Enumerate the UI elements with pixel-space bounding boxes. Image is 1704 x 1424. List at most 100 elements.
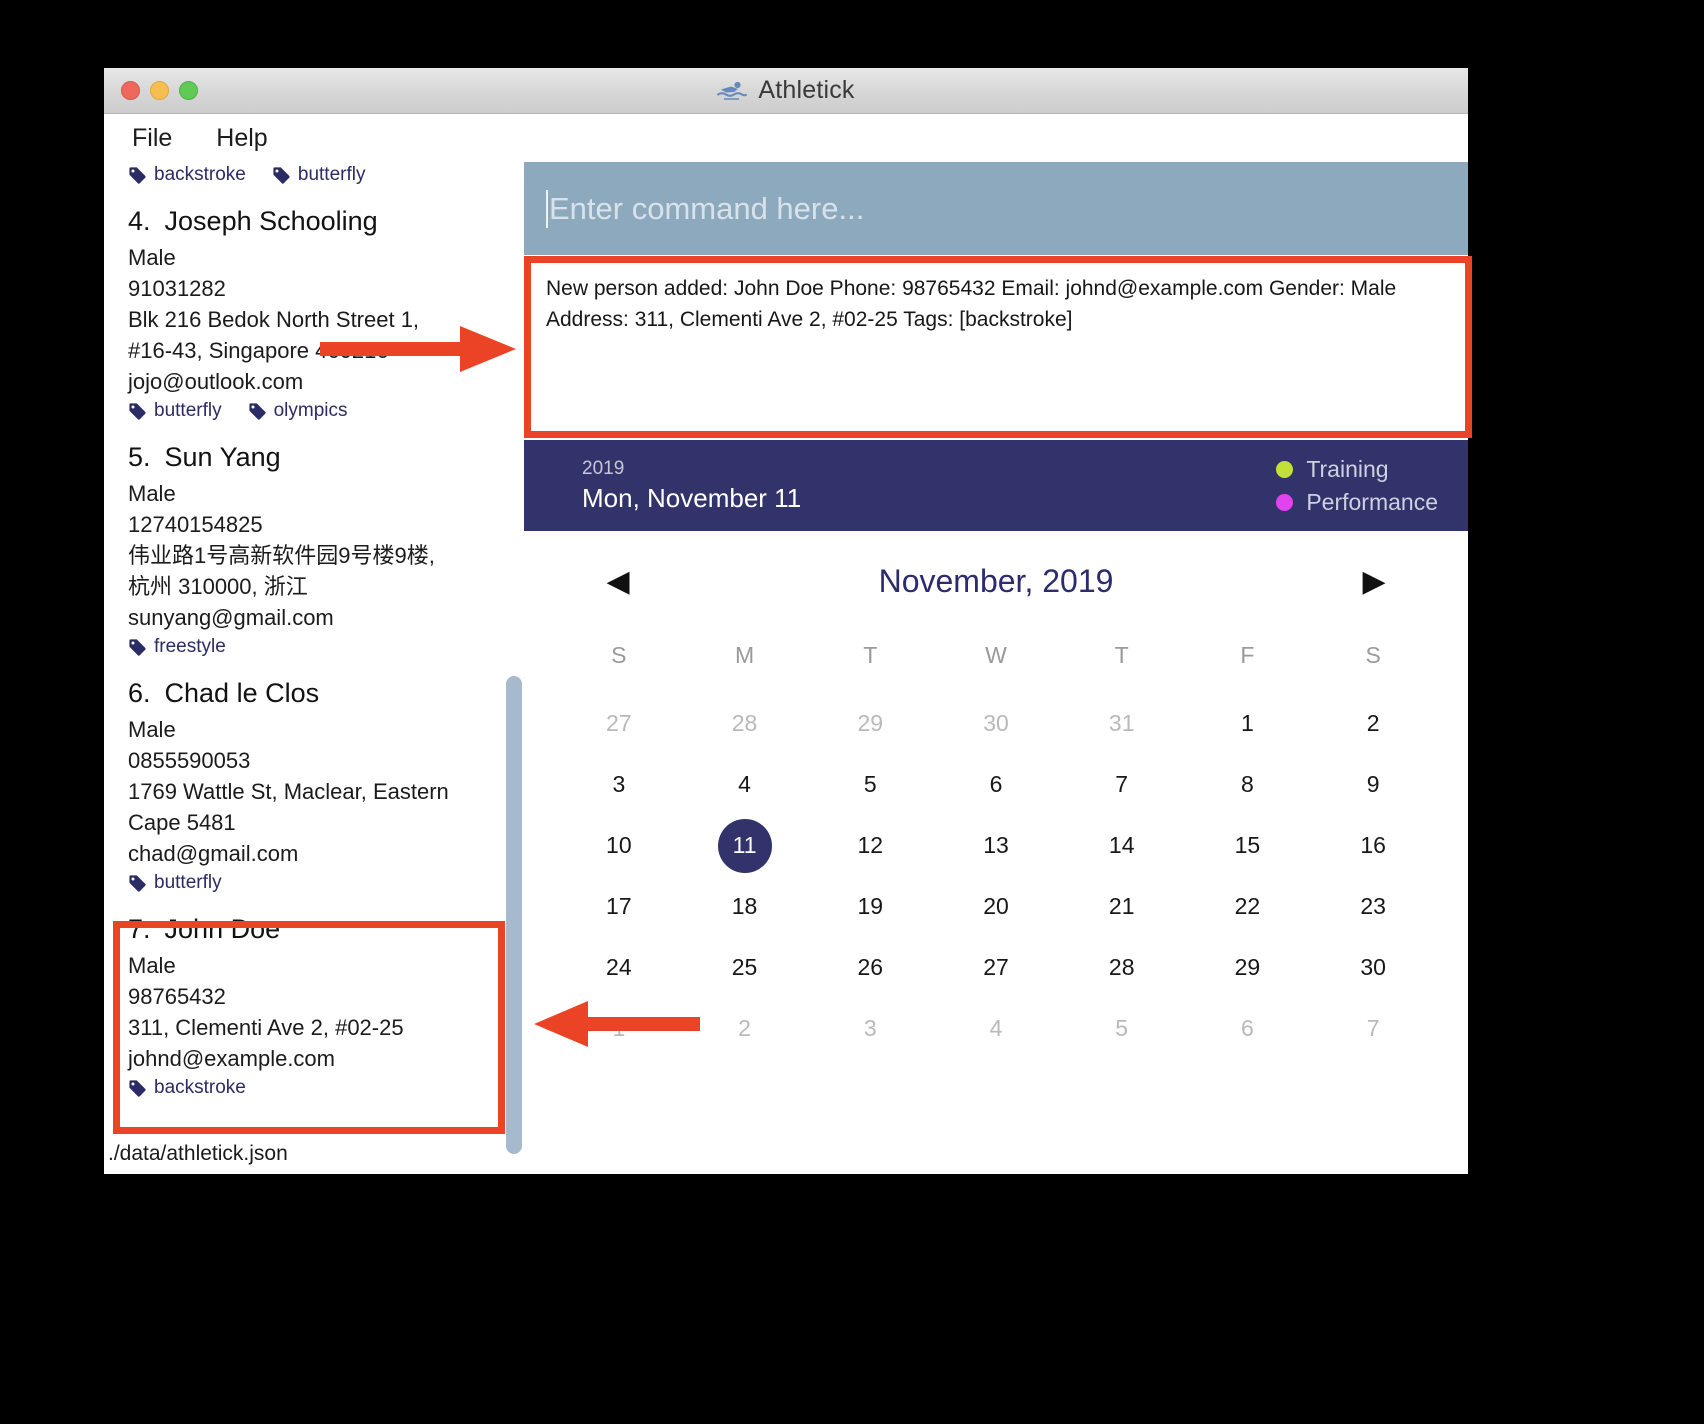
person-phone: 0855590053 (128, 748, 251, 773)
person-entry[interactable]: 4. Joseph Schooling Male 91031282 Blk 216 Be… (128, 186, 524, 422)
calendar-day[interactable]: 31 (1059, 693, 1185, 754)
calendar-dow-header: S (1365, 642, 1381, 668)
calendar-day[interactable]: 5 (1059, 998, 1185, 1059)
calendar-day[interactable]: 10 (556, 815, 682, 876)
calendar-day[interactable]: 4 (682, 754, 808, 815)
person-gender: Male (128, 481, 176, 506)
person-tag[interactable]: olympics (248, 400, 348, 422)
person-name: 7. John Doe (128, 914, 524, 945)
calendar-day[interactable]: 17 (556, 876, 682, 937)
person-tag[interactable]: freestyle (128, 636, 226, 658)
header-year: 2019 (582, 457, 625, 479)
calendar-day[interactable]: 12 (807, 815, 933, 876)
calendar-day[interactable]: 24 (556, 937, 682, 998)
scrollbar-thumb[interactable] (506, 676, 522, 1154)
zoom-button[interactable] (179, 81, 198, 100)
sidebar-scrollbar[interactable] (506, 676, 522, 1154)
calendar-day[interactable]: 2 (1310, 693, 1436, 754)
text-caret (546, 189, 548, 228)
calendar-day-number: 19 (857, 893, 884, 919)
calendar-day[interactable]: 18 (682, 876, 808, 937)
calendar-day[interactable]: 28 (682, 693, 808, 754)
person-address-line: 伟业路1号高新软件园9号楼9楼, (128, 543, 435, 568)
calendar-day[interactable]: 29 (1185, 937, 1311, 998)
calendar-day[interactable]: 6 (1185, 998, 1311, 1059)
calendar-day[interactable]: 22 (1185, 876, 1311, 937)
calendar-day-number: 2 (738, 1015, 751, 1041)
calendar-day-number: 10 (606, 832, 632, 858)
calendar-day[interactable]: 13 (933, 815, 1059, 876)
calendar-day[interactable]: 3 (556, 754, 682, 815)
calendar-day[interactable]: 27 (933, 937, 1059, 998)
calendar-day[interactable]: 27 (556, 693, 682, 754)
tag-icon (129, 638, 146, 656)
person-gender: Male (128, 717, 176, 742)
chevron-left-icon[interactable]: ◀ (598, 566, 638, 597)
tag-icon (129, 1079, 146, 1097)
person-entry[interactable]: 5. Sun Yang Male 12740154825 伟业路1号高新软件园9号楼9楼… (128, 422, 524, 658)
calendar-day[interactable]: 15 (1185, 815, 1311, 876)
calendar-day[interactable]: 14 (1059, 815, 1185, 876)
calendar-day[interactable]: 28 (1059, 937, 1185, 998)
event-legend: Training Performance (1276, 456, 1438, 516)
tag-icon (129, 402, 146, 420)
date-header-left: 2019 Mon, November 11 (582, 458, 801, 514)
chevron-right-icon[interactable]: ▶ (1354, 566, 1394, 597)
person-entry[interactable]: 7. John Doe Male 98765432 311, Clementi Ave … (128, 894, 524, 1099)
calendar-days-grid[interactable]: 27 28 29 30 31 1 2 3 4 5 6 7 8 9 10 11 12 13 14 15 16 17 18 19 2… (556, 693, 1436, 1059)
calendar-day[interactable]: 1 (556, 998, 682, 1059)
calendar-day[interactable]: 2 (682, 998, 808, 1059)
calendar-day[interactable]: 29 (807, 693, 933, 754)
close-button[interactable] (121, 81, 140, 100)
command-input-area[interactable]: Enter command here... (524, 162, 1468, 255)
person-tag-row: butterfly (128, 872, 524, 894)
calendar-day[interactable]: 4 (933, 998, 1059, 1059)
calendar-day[interactable]: 3 (807, 998, 933, 1059)
person-name: 4. Joseph Schooling (128, 206, 524, 237)
calendar-day-number: 13 (983, 832, 1009, 858)
calendar-day[interactable]: 7 (1059, 754, 1185, 815)
calendar-day[interactable]: 26 (807, 937, 933, 998)
calendar-day[interactable]: 6 (933, 754, 1059, 815)
legend-performance: Performance (1276, 489, 1438, 516)
calendar-day-number: 14 (1108, 832, 1135, 858)
calendar-day[interactable]: 30 (933, 693, 1059, 754)
calendar-day[interactable]: 25 (682, 937, 808, 998)
person-address-line: 311, Clementi Ave 2, #02-25 (128, 1015, 404, 1040)
calendar-day[interactable]: 7 (1310, 998, 1436, 1059)
person-address-line: Blk 216 Bedok North Street 1, (128, 307, 420, 332)
calendar-day[interactable]: 5 (807, 754, 933, 815)
command-placeholder: Enter command here... (549, 190, 865, 226)
person-entry[interactable]: 6. Chad le Clos Male 0855590053 1769 Wattle … (128, 658, 524, 894)
calendar-day-number: 27 (983, 954, 1009, 980)
calendar-day-number: 27 (606, 710, 632, 736)
calendar-day[interactable]: 23 (1310, 876, 1436, 937)
legend-label: Training (1306, 455, 1389, 482)
tag-butterfly[interactable]: butterfly (272, 164, 365, 186)
person-tag[interactable]: backstroke (128, 1077, 246, 1099)
calendar-day[interactable]: 9 (1310, 754, 1436, 815)
person-tag[interactable]: butterfly (128, 400, 222, 422)
window-controls[interactable] (121, 81, 198, 100)
calendar-day[interactable]: 19 (807, 876, 933, 937)
person-address-line: 杭州 310000, 浙江 (128, 574, 308, 599)
person-gender: Male (128, 953, 176, 978)
calendar-day[interactable]: 1 (1185, 693, 1311, 754)
calendar-day-number: 5 (1115, 1015, 1129, 1041)
calendar-day-selected[interactable]: 11 (682, 815, 808, 876)
calendar-day-number: 22 (1234, 893, 1261, 919)
menu-help[interactable]: Help (216, 124, 267, 153)
minimize-button[interactable] (150, 81, 169, 100)
content-panel: Enter command here... New person added: … (524, 162, 1468, 1174)
calendar-day[interactable]: 8 (1185, 754, 1311, 815)
menu-file[interactable]: File (132, 124, 172, 153)
person-list[interactable]: backstroke butterfly 4. Joseph Schooling M… (104, 162, 524, 1134)
tag-backstroke[interactable]: backstroke (128, 164, 246, 186)
status-bar: ./data/athletick.json (104, 1134, 524, 1174)
calendar-day[interactable]: 16 (1310, 815, 1436, 876)
calendar-day[interactable]: 21 (1059, 876, 1185, 937)
calendar-day[interactable]: 20 (933, 876, 1059, 937)
calendar-day[interactable]: 30 (1310, 937, 1436, 998)
person-tag[interactable]: butterfly (128, 872, 222, 894)
calendar-dow-header: W (985, 642, 1007, 668)
